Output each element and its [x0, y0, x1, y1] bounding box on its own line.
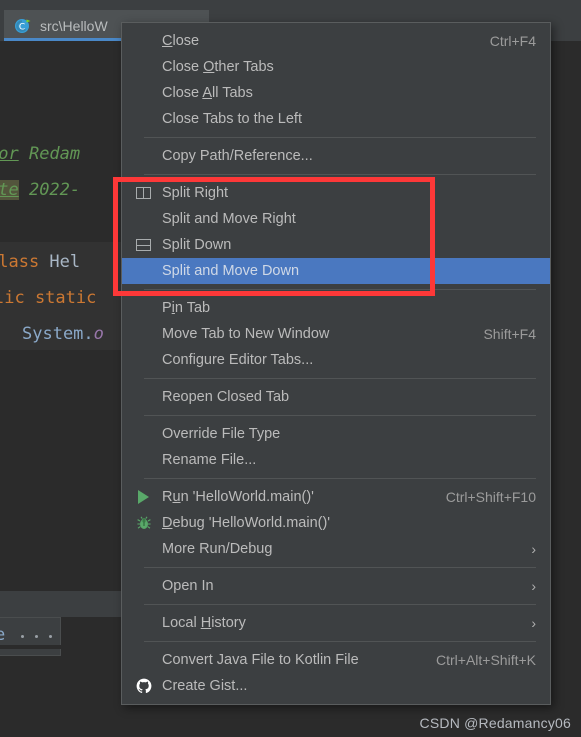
mini-popup-text: e	[0, 625, 6, 645]
menu-item-move-tab-to-new-window[interactable]: Move Tab to New Window Shift+F4	[122, 321, 550, 347]
menu-item-split-right[interactable]: Split Right	[122, 180, 550, 206]
svg-text:C: C	[19, 22, 25, 32]
menu-item-label: Close Other Tabs	[162, 59, 274, 75]
menu-item-close-tabs-to-the-left[interactable]: Close Tabs to the Left	[122, 106, 550, 132]
menu-item-label: Configure Editor Tabs...	[162, 352, 314, 368]
menu-item-label: More Run/Debug	[162, 541, 273, 557]
code-line-content: hor Redam	[0, 136, 80, 172]
menu-item-label: Split Right	[162, 185, 229, 201]
code-token: lic static	[0, 288, 97, 308]
menu-item-split-and-move-right[interactable]: Split and Move Right	[122, 206, 550, 232]
menu-item-label: Create Gist...	[162, 678, 248, 694]
menu-item-label: Open In	[162, 578, 214, 594]
code-token: 2022-	[18, 180, 81, 200]
menu-separator	[144, 641, 536, 642]
chevron-right-icon: ›	[531, 578, 536, 594]
code-token: Redam	[18, 144, 81, 164]
code-token: Hel	[39, 252, 81, 272]
menu-item-label: Close	[162, 33, 200, 49]
menu-separator	[144, 604, 536, 605]
menu-item-label: Debug 'HelloWorld.main()'	[162, 515, 331, 531]
menu-separator	[144, 378, 536, 379]
debug-bug-icon	[136, 515, 152, 531]
menu-item-rename-file[interactable]: Rename File...	[122, 447, 550, 473]
menu-item-label: Reopen Closed Tab	[162, 389, 290, 405]
menu-item-label: Close All Tabs	[162, 85, 253, 101]
menu-item-label: Copy Path/Reference...	[162, 148, 313, 164]
menu-item-shortcut: Ctrl+Alt+Shift+K	[436, 652, 536, 668]
code-token: class	[0, 252, 40, 272]
menu-separator	[144, 289, 536, 290]
menu-item-label: Pin Tab	[162, 300, 211, 316]
github-icon	[136, 678, 152, 694]
code-line-content: class Hel	[0, 244, 80, 280]
run-icon	[136, 489, 152, 505]
editor-tab-context-menu[interactable]: Close Ctrl+F4 Close Other Tabs Close All Ta…	[121, 22, 551, 705]
code-token: ate	[0, 180, 19, 200]
menu-item-label: Move Tab to New Window	[162, 326, 330, 342]
menu-item-override-file-type[interactable]: Override File Type	[122, 421, 550, 447]
menu-item-more-run-debug[interactable]: More Run/Debug ›	[122, 536, 550, 562]
menu-item-split-down[interactable]: Split Down	[122, 232, 550, 258]
mini-popup-dot	[35, 635, 38, 638]
menu-item-open-in[interactable]: Open In ›	[122, 573, 550, 599]
menu-separator	[144, 174, 536, 175]
chevron-right-icon: ›	[531, 615, 536, 631]
menu-item-close-other-tabs[interactable]: Close Other Tabs	[122, 54, 550, 80]
code-line-content: lic static	[0, 280, 96, 316]
menu-separator	[144, 137, 536, 138]
menu-item-split-and-move-down[interactable]: Split and Move Down	[122, 258, 550, 284]
menu-item-convert-java-file-to-kotlin-file[interactable]: Convert Java File to Kotlin File Ctrl+Alt…	[122, 647, 550, 673]
menu-item-label: Split Down	[162, 237, 232, 253]
code-line-content: ate 2022-	[0, 172, 80, 208]
code-token: hor	[0, 144, 19, 164]
menu-item-label: Run 'HelloWorld.main()'	[162, 489, 314, 505]
menu-item-close-all-tabs[interactable]: Close All Tabs	[122, 80, 550, 106]
code-token: System.	[22, 324, 94, 344]
menu-item-reopen-closed-tab[interactable]: Reopen Closed Tab	[122, 384, 550, 410]
menu-item-label: Close Tabs to the Left	[162, 111, 302, 127]
editor-mini-popup[interactable]: e	[0, 617, 61, 656]
menu-item-label: Split and Move Down	[162, 263, 300, 279]
menu-item-shortcut: Ctrl+F4	[489, 33, 536, 49]
menu-item-label: Local History	[162, 615, 246, 631]
mini-popup-dot	[49, 635, 52, 638]
menu-item-pin-tab[interactable]: Pin Tab	[122, 295, 550, 321]
menu-item-debug-helloworld-main[interactable]: Debug 'HelloWorld.main()'	[122, 510, 550, 536]
menu-item-shortcut: Shift+F4	[483, 326, 536, 342]
code-line-content: System.o	[22, 316, 104, 352]
chevron-right-icon: ›	[531, 541, 536, 557]
split-horizontal-icon	[136, 237, 152, 253]
watermark: CSDN @Redamancy06	[419, 715, 571, 731]
java-class-icon: C	[14, 17, 32, 35]
menu-item-local-history[interactable]: Local History ›	[122, 610, 550, 636]
menu-separator	[144, 415, 536, 416]
menu-item-configure-editor-tabs[interactable]: Configure Editor Tabs...	[122, 347, 550, 373]
menu-item-create-gist[interactable]: Create Gist...	[122, 673, 550, 699]
mini-popup-dot	[21, 635, 24, 638]
editor-tab-label: src\HelloW	[40, 17, 108, 34]
menu-separator	[144, 567, 536, 568]
menu-item-label: Convert Java File to Kotlin File	[162, 652, 359, 668]
code-token: o	[93, 324, 104, 344]
menu-item-copy-path-reference[interactable]: Copy Path/Reference...	[122, 143, 550, 169]
menu-item-close[interactable]: Close Ctrl+F4	[122, 28, 550, 54]
split-vertical-icon	[136, 185, 152, 201]
menu-item-shortcut: Ctrl+Shift+F10	[445, 489, 536, 505]
screenshot-root: hor Redamate 2022-class Hellic staticSys…	[0, 0, 581, 737]
menu-item-label: Rename File...	[162, 452, 257, 468]
menu-item-run-helloworld-main[interactable]: Run 'HelloWorld.main()' Ctrl+Shift+F10	[122, 484, 550, 510]
menu-item-label: Split and Move Right	[162, 211, 296, 227]
menu-item-label: Override File Type	[162, 426, 281, 442]
menu-separator	[144, 478, 536, 479]
